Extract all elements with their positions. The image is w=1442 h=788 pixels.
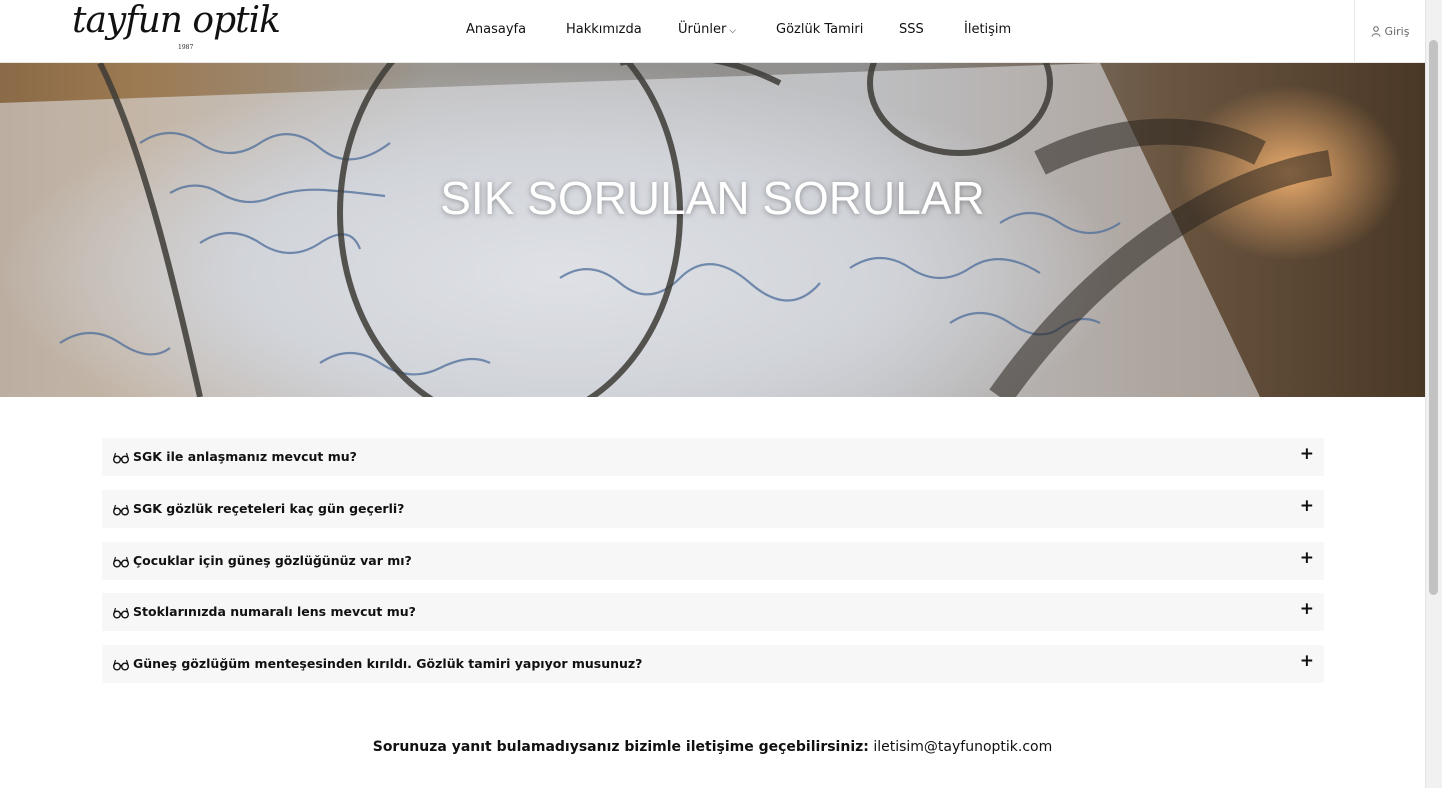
chevron-down-icon: ⌵: [729, 26, 737, 36]
hero-banner: SIK SORULAN SORULAR: [0, 63, 1425, 397]
contact-email-link[interactable]: iletisim@tayfunoptik.com: [873, 739, 1052, 755]
nav-item-sss[interactable]: SSS: [899, 22, 924, 37]
site-header: tayfun optik 1987 Anasayfa Hakkımızda Ür…: [0, 0, 1425, 63]
contact-prompt: Sorunuza yanıt bulamadıysanız bizimle il…: [372, 739, 869, 755]
faq-question: Çocuklar için güneş gözlüğünüz var mı?: [133, 553, 412, 568]
faq-question: Güneş gözlüğüm menteşesinden kırıldı. Gö…: [133, 656, 643, 671]
faq-item[interactable]: Stoklarınızda numaralı lens mevcut mu? +: [102, 593, 1324, 631]
nav-item-gozluk-tamiri[interactable]: Gözlük Tamiri: [776, 22, 863, 37]
logo-text: tayfun optik: [72, 0, 281, 41]
faq-question: SGK ile anlaşmanız mevcut mu?: [133, 449, 357, 464]
nav-item-anasayfa[interactable]: Anasayfa: [466, 22, 526, 37]
login-button[interactable]: Giriş: [1354, 0, 1425, 63]
user-icon: [1371, 26, 1381, 37]
logo-year: 1987: [178, 44, 194, 51]
glasses-icon: [113, 656, 129, 675]
faq-item[interactable]: SGK gözlük reçeteleri kaç gün geçerli? +: [102, 490, 1324, 528]
glasses-icon: [113, 501, 129, 520]
scrollbar-thumb[interactable]: [1429, 40, 1438, 595]
faq-item[interactable]: Güneş gözlüğüm menteşesinden kırıldı. Gö…: [102, 645, 1324, 683]
nav-item-iletisim[interactable]: İletişim: [964, 22, 1011, 37]
plus-icon[interactable]: +: [1300, 496, 1314, 516]
page-title: SIK SORULAN SORULAR: [440, 172, 985, 224]
login-label: Giriş: [1384, 25, 1410, 38]
glasses-icon: [113, 604, 129, 623]
plus-icon[interactable]: +: [1300, 599, 1314, 619]
scrollbar[interactable]: [1425, 0, 1442, 788]
faq-item[interactable]: Çocuklar için güneş gözlüğünüz var mı? +: [102, 542, 1324, 580]
faq-question: SGK gözlük reçeteleri kaç gün geçerli?: [133, 501, 405, 516]
glasses-icon: [113, 449, 129, 468]
plus-icon[interactable]: +: [1300, 444, 1314, 464]
plus-icon[interactable]: +: [1300, 651, 1314, 671]
faq-question: Stoklarınızda numaralı lens mevcut mu?: [133, 604, 416, 619]
hero-background-image: [0, 63, 1332, 397]
nav-item-hakkimizda[interactable]: Hakkımızda: [566, 22, 642, 37]
glasses-icon: [113, 553, 129, 572]
logo[interactable]: tayfun optik 1987: [72, 0, 281, 58]
nav-item-urunler[interactable]: Ürünler ⌵: [678, 22, 736, 37]
faq-item[interactable]: SGK ile anlaşmanız mevcut mu? +: [102, 438, 1324, 476]
contact-note: Sorunuza yanıt bulamadıysanız bizimle il…: [0, 739, 1425, 755]
nav-item-urunler-label: Ürünler: [678, 22, 727, 37]
plus-icon[interactable]: +: [1300, 548, 1314, 568]
